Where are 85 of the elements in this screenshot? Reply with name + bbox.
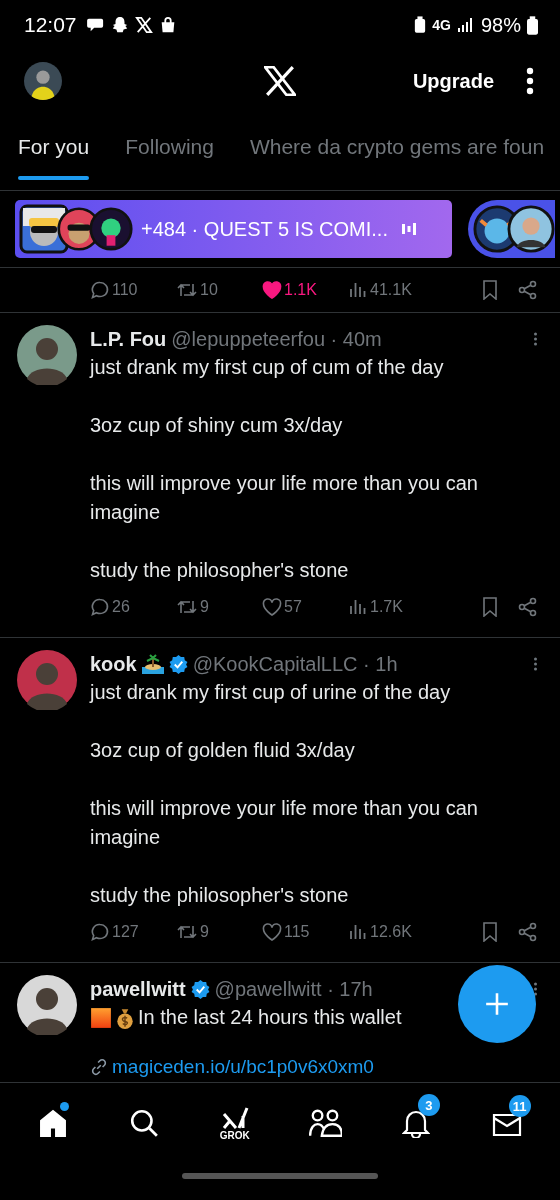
bell-icon[interactable]: [401, 1108, 430, 1138]
space-title: +484 · QUEST 5 IS COMI...: [141, 217, 388, 241]
author-name[interactable]: kook: [90, 652, 137, 676]
post-text: 3oz cup of shiny cum 3x/day: [90, 413, 343, 438]
bookmark-icon[interactable]: [482, 597, 498, 617]
profile-avatar-icon[interactable]: [24, 62, 62, 100]
reply-icon[interactable]: [90, 597, 110, 617]
chat-bubble-icon: [86, 17, 105, 33]
battery-icon: [527, 15, 538, 35]
reply-icon[interactable]: [90, 922, 110, 942]
post-link[interactable]: magiceden.io/u/bc1p0v6x0xm0: [112, 1056, 374, 1078]
grok-icon[interactable]: [220, 1105, 249, 1130]
verified-icon: [168, 654, 188, 674]
square-emoji-icon: [90, 1006, 112, 1029]
search-icon[interactable]: [129, 1108, 159, 1138]
avatar-icon[interactable]: [17, 325, 77, 385]
upgrade-button[interactable]: Upgrade: [406, 65, 500, 97]
x-logo-icon: [264, 66, 296, 96]
author-handle: @pawellwitt · 17h: [214, 977, 373, 1001]
people-icon[interactable]: [308, 1108, 343, 1138]
author-name[interactable]: L.P. Fou: [90, 327, 167, 351]
feed-tab[interactable]: Following: [125, 112, 214, 190]
audio-bars-icon: [401, 222, 416, 236]
more-icon[interactable]: [526, 67, 534, 95]
author-handle: @KookCapitalLLC · 1h: [192, 652, 398, 676]
feed-tab[interactable]: For you: [18, 112, 90, 190]
feed-tab[interactable]: Where da crypto gems are foun: [249, 112, 545, 190]
action-count: 9: [200, 923, 209, 941]
views-icon[interactable]: [348, 280, 368, 300]
action-count: 9: [200, 598, 209, 616]
battery-level: 98%: [480, 13, 521, 37]
avatar-icon: [19, 204, 69, 254]
heart-icon[interactable]: [262, 923, 282, 941]
share-icon[interactable]: [518, 280, 538, 300]
post-text: study the philosopher's stone: [90, 883, 349, 908]
action-count: 12.6K: [370, 923, 412, 941]
post-text: 3oz cup of golden fluid 3x/day: [90, 738, 355, 763]
bookmark-icon[interactable]: [482, 280, 498, 300]
post-text: just drank my first cup of cum of the day: [90, 355, 444, 380]
action-count: 1.1K: [284, 281, 317, 299]
money-bag-icon: [114, 1006, 136, 1029]
action-count: 1.7K: [370, 598, 403, 616]
avatar-icon[interactable]: [17, 975, 77, 1035]
post-text: this will improve your life more than you can imagine: [90, 796, 479, 850]
live-space-banner[interactable]: [468, 200, 555, 258]
avatar-icon: [507, 205, 555, 253]
views-icon[interactable]: [348, 597, 368, 617]
heart-icon[interactable]: [262, 281, 282, 299]
action-count: 41.1K: [370, 281, 412, 299]
post-text: In the last 24 hours this wallet: [138, 1005, 402, 1030]
unread-dot: [60, 1102, 70, 1111]
ghost-icon: [110, 16, 129, 34]
share-icon[interactable]: [518, 922, 538, 942]
x-logo-icon: [134, 16, 153, 34]
share-icon[interactable]: [518, 597, 538, 617]
more-icon[interactable]: [533, 981, 538, 997]
post-text: study the philosopher's stone: [90, 558, 349, 583]
post-text: just drank my first cup of urine of the day: [90, 680, 451, 705]
live-space-banner[interactable]: +484 · QUEST 5 IS COMI...: [15, 200, 452, 258]
bookmark-icon[interactable]: [482, 922, 498, 942]
action-count: 57: [284, 598, 302, 616]
notification-count: 11: [508, 1095, 531, 1117]
author-handle: @lepuppeteerfou · 40m: [171, 327, 382, 351]
signal-icon: [456, 17, 475, 33]
action-count: 110: [112, 281, 138, 299]
home-icon[interactable]: [38, 1108, 69, 1138]
post-text: this will improve your life more than you can imagine: [90, 471, 479, 525]
plus-icon: [484, 991, 510, 1017]
link-icon: [90, 1058, 108, 1076]
action-count: 10: [200, 281, 218, 299]
grok-label[interactable]: GROK: [219, 1129, 250, 1141]
verified-icon: [190, 979, 210, 999]
heart-icon[interactable]: [262, 598, 282, 616]
status-time: 12:07: [24, 13, 77, 37]
notification-count: 3: [417, 1094, 440, 1116]
action-count: 26: [112, 598, 130, 616]
island-icon: [141, 654, 164, 674]
author-name[interactable]: pawellwitt: [90, 977, 186, 1001]
avatar-icon: [89, 207, 133, 251]
network-type: 4G: [432, 17, 451, 33]
views-icon[interactable]: [348, 922, 368, 942]
battery-saver-icon: [414, 16, 427, 34]
reply-icon[interactable]: [90, 280, 110, 300]
action-count: 127: [112, 923, 139, 941]
action-count: 115: [284, 923, 310, 941]
